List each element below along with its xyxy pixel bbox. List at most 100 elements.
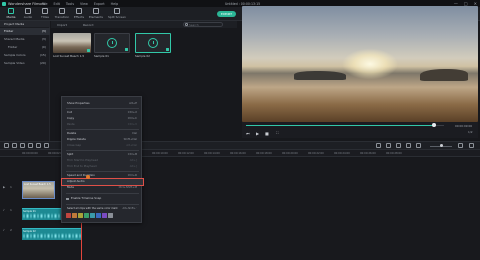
menu-item-close-gap[interactable]: Close Gap Alt+Del bbox=[62, 143, 143, 149]
timeline-video-clip[interactable]: Lost Sunset Beach 1.5 bbox=[22, 181, 55, 199]
menu-view[interactable]: View bbox=[80, 2, 88, 6]
menu-item-paste[interactable]: Paste Ctrl+V bbox=[62, 122, 143, 128]
color-mark-swatch[interactable] bbox=[102, 213, 107, 218]
menu-item-trim-start[interactable]: Trim Start to Playhead Alt+[ bbox=[62, 158, 143, 164]
media-thumbnail-sample-01[interactable] bbox=[94, 33, 130, 53]
menu-divider bbox=[66, 129, 139, 130]
menu-item-select-same-color[interactable]: Select all clips with the same color mar… bbox=[62, 206, 143, 212]
menu-item-speed-duration[interactable]: Speed and Duration Ctrl+R bbox=[62, 173, 143, 179]
sidebar-item-subfolder[interactable]: Folder (0) bbox=[0, 44, 50, 51]
tab-media[interactable]: Media bbox=[2, 8, 20, 20]
zoom-in-icon[interactable] bbox=[458, 143, 463, 148]
undo-icon[interactable] bbox=[4, 143, 9, 148]
tab-audio[interactable]: Audio bbox=[19, 8, 37, 20]
menu-item-enable-snap[interactable]: Enable Timeline Snap bbox=[62, 196, 143, 202]
video-preview[interactable] bbox=[242, 6, 478, 122]
record-button[interactable]: Record bbox=[83, 23, 93, 27]
color-mark-swatch[interactable] bbox=[78, 213, 83, 218]
previous-frame-icon[interactable]: ⏮ bbox=[246, 131, 250, 136]
timeline-audio-clip[interactable]: Sample 02 bbox=[22, 228, 82, 240]
sidebar-item-sample-colors[interactable]: Sample Colors (15) bbox=[0, 52, 50, 59]
mixer-icon[interactable] bbox=[406, 143, 411, 148]
menu-item-copy[interactable]: Copy Ctrl+C bbox=[62, 116, 143, 122]
color-mark-swatch[interactable] bbox=[108, 213, 113, 218]
document-title: Untitled : 00:00:13:15 bbox=[225, 1, 261, 6]
export-button[interactable]: EXPORT bbox=[217, 11, 236, 17]
menu-bar: File Edit Tools View Export Help bbox=[42, 2, 118, 6]
menu-divider bbox=[66, 204, 139, 205]
menu-item-show-properties[interactable]: Show Properties Alt+E bbox=[62, 101, 143, 107]
search-input[interactable]: Search bbox=[183, 22, 223, 27]
audio-track-icon: ♪ bbox=[3, 228, 5, 232]
speed-icon[interactable] bbox=[44, 143, 49, 148]
scrubber-handle[interactable] bbox=[432, 123, 436, 127]
menu-item-cut[interactable]: Cut Ctrl+X bbox=[62, 110, 143, 116]
redo-icon[interactable] bbox=[12, 143, 17, 148]
crop-icon[interactable] bbox=[36, 143, 41, 148]
stop-icon[interactable]: ■ bbox=[265, 131, 269, 136]
menu-export[interactable]: Export bbox=[94, 2, 105, 6]
ruler-tick: 00:00:20:00 bbox=[282, 151, 298, 155]
project-media-header[interactable]: Project Media bbox=[0, 21, 50, 27]
sidebar-item-folder[interactable]: Folder (3) bbox=[0, 28, 50, 35]
preview-ratio[interactable]: 1/2 bbox=[468, 130, 473, 134]
ruler-tick: 00:00:00:00 bbox=[22, 151, 38, 155]
sidebar-item-sample-video[interactable]: Sample Video (20) bbox=[0, 60, 50, 67]
menu-item-trim-end[interactable]: Trim End to Playhead Alt+] bbox=[62, 164, 143, 170]
import-button[interactable]: Import bbox=[57, 23, 67, 27]
thumbnail-label: Sample 02 bbox=[135, 54, 150, 58]
added-check-icon bbox=[86, 48, 90, 52]
ruler-tick: 00:00:12:00 bbox=[178, 151, 194, 155]
fullscreen-icon[interactable]: ⛶ bbox=[276, 131, 278, 135]
ruler-tick: 00:00:24:00 bbox=[334, 151, 350, 155]
ruler-tick: 00:00:16:00 bbox=[230, 151, 246, 155]
scrubber-progress bbox=[246, 124, 435, 126]
audio-clock-icon bbox=[148, 38, 158, 48]
color-mark-swatch[interactable] bbox=[90, 213, 95, 218]
play-icon[interactable]: ▶ bbox=[256, 131, 259, 136]
search-icon bbox=[185, 23, 188, 26]
menu-tools[interactable]: Tools bbox=[66, 2, 74, 6]
media-thumbnail-sample-02[interactable] bbox=[135, 33, 171, 53]
fit-timeline-icon[interactable] bbox=[469, 143, 474, 148]
menu-item-adjust-audio[interactable]: Adjust Audio bbox=[61, 178, 144, 186]
tab-transition[interactable]: Transition bbox=[53, 8, 71, 20]
color-mark-swatch[interactable] bbox=[84, 213, 89, 218]
delete-icon[interactable] bbox=[20, 143, 25, 148]
media-thumbnail-beach[interactable] bbox=[53, 33, 91, 53]
marker-icon[interactable] bbox=[386, 143, 391, 148]
app-logo-icon bbox=[2, 1, 6, 6]
transition-icon bbox=[59, 8, 65, 14]
menu-item-delete[interactable]: Delete Del bbox=[62, 131, 143, 137]
ruler-tick: 00:00:18:00 bbox=[256, 151, 272, 155]
cut-icon[interactable] bbox=[28, 143, 33, 148]
menu-edit[interactable]: Edit bbox=[54, 2, 60, 6]
menu-divider bbox=[66, 171, 139, 172]
menu-divider bbox=[66, 150, 139, 151]
menu-item-ripple-delete[interactable]: Ripple Delete Shift+Del bbox=[62, 137, 143, 143]
sidebar-item-shared-media[interactable]: Shared Media (3) bbox=[0, 36, 50, 43]
audio-clock-icon bbox=[107, 38, 117, 48]
tab-elements[interactable]: Elements bbox=[87, 8, 105, 20]
color-mark-swatch[interactable] bbox=[96, 213, 101, 218]
added-check-icon bbox=[165, 47, 169, 51]
mic-icon[interactable] bbox=[396, 143, 401, 148]
menu-file[interactable]: File bbox=[42, 2, 48, 6]
tab-effects[interactable]: Effects bbox=[70, 8, 88, 20]
color-mark-swatch[interactable] bbox=[72, 213, 77, 218]
ruler-tick: 00:00:28:00 bbox=[386, 151, 402, 155]
menu-item-split[interactable]: Split Ctrl+B bbox=[62, 152, 143, 158]
tab-titles[interactable]: Titles bbox=[36, 8, 54, 20]
menu-divider bbox=[66, 193, 139, 194]
mouse-cursor-indicator bbox=[86, 175, 90, 179]
split-screen-icon bbox=[114, 8, 120, 14]
context-menu: Show Properties Alt+E Cut Ctrl+X Copy Ctrl+… bbox=[61, 96, 144, 223]
render-icon[interactable] bbox=[376, 143, 381, 148]
snapshot-icon[interactable] bbox=[416, 143, 421, 148]
tab-split-screen[interactable]: Split Screen bbox=[106, 8, 128, 20]
menu-help[interactable]: Help bbox=[111, 2, 119, 6]
ruler-tick: 00:00:26:00 bbox=[360, 151, 376, 155]
menu-item-mute[interactable]: Mute Ctrl+Shift+M bbox=[62, 185, 143, 191]
preview-scrubber[interactable] bbox=[246, 123, 444, 127]
color-mark-swatch[interactable] bbox=[66, 213, 71, 218]
